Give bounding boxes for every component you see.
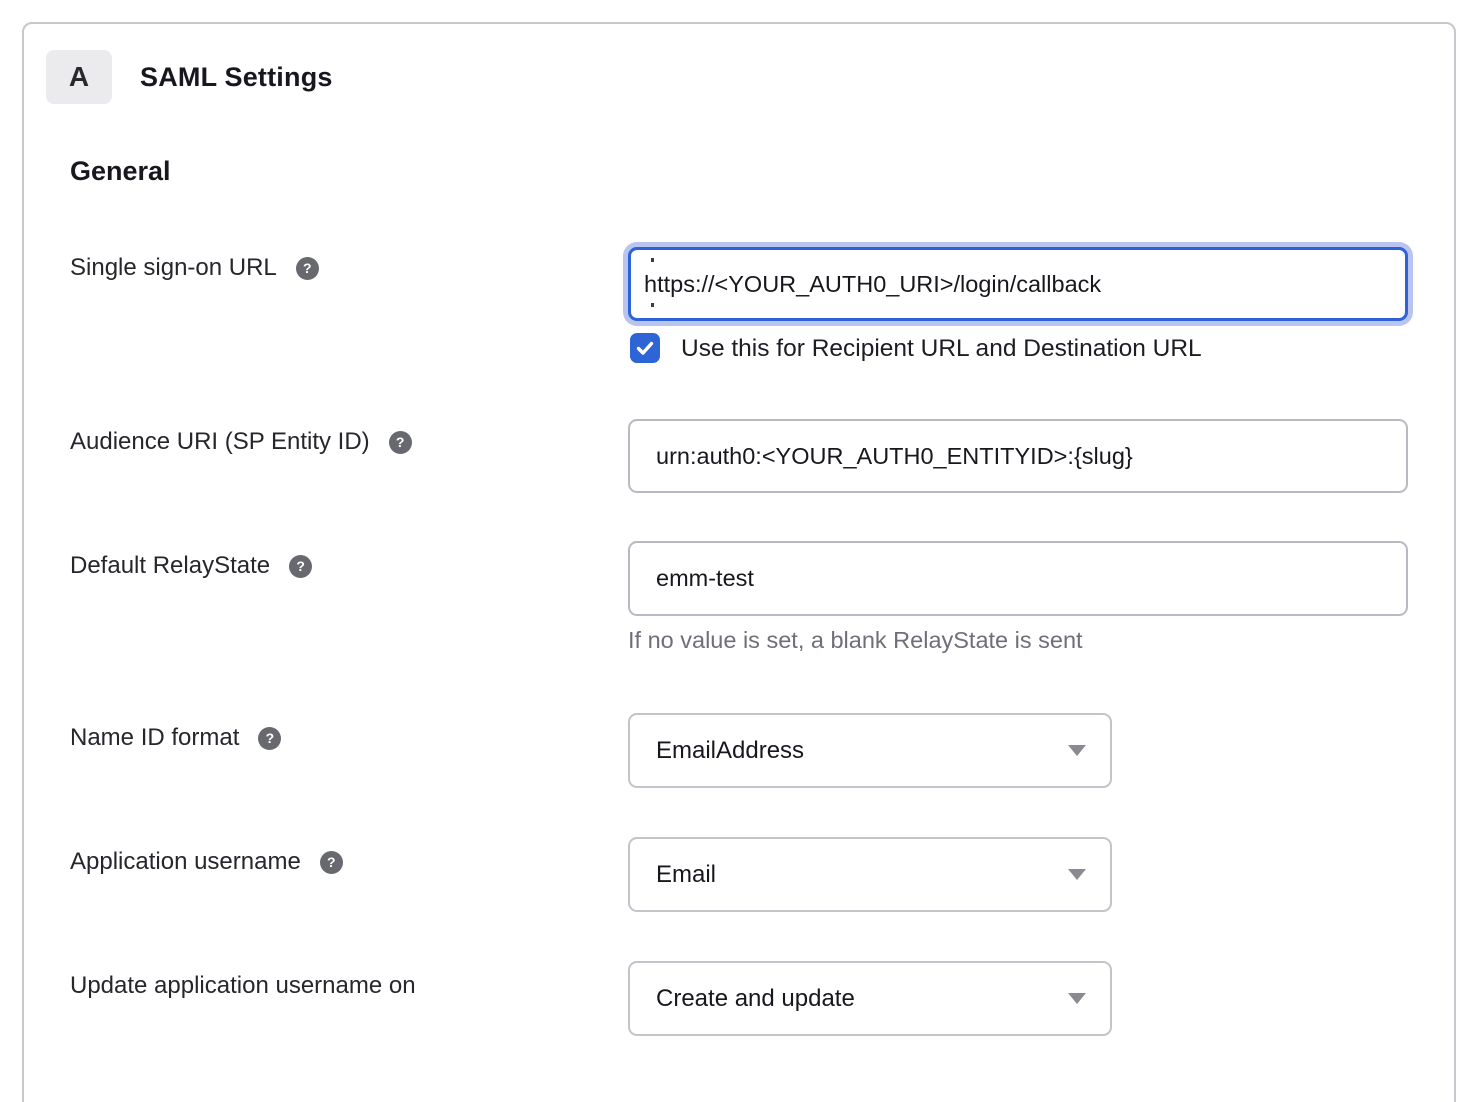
relaystate-label: Default RelayState	[70, 552, 270, 580]
sso-url-label-row: Single sign-on URL ?	[70, 254, 319, 282]
recipient-url-checkbox[interactable]	[630, 333, 660, 363]
help-icon[interactable]: ?	[296, 257, 319, 280]
help-glyph: ?	[303, 260, 312, 276]
relaystate-label-row: Default RelayState ?	[70, 552, 312, 580]
appuser-select-value: Email	[656, 861, 1068, 889]
audience-uri-input[interactable]	[628, 419, 1408, 493]
caret-down-icon	[1068, 869, 1086, 880]
sso-url-label: Single sign-on URL	[70, 254, 277, 282]
updateuser-label-row: Update application username on	[70, 972, 416, 1000]
updateuser-select-value: Create and update	[656, 985, 1068, 1013]
help-glyph: ?	[327, 854, 336, 870]
step-badge: A	[46, 50, 112, 104]
help-glyph: ?	[396, 434, 405, 450]
section-title-general: General	[70, 156, 171, 187]
page-title: SAML Settings	[140, 50, 333, 104]
relaystate-input[interactable]	[628, 541, 1408, 616]
relaystate-input-wrap	[628, 541, 1408, 616]
recipient-url-checkbox-label[interactable]: Use this for Recipient URL and Destinati…	[681, 333, 1202, 364]
appuser-label: Application username	[70, 848, 301, 876]
appuser-label-row: Application username ?	[70, 848, 343, 876]
sso-url-input-wrap	[628, 247, 1408, 321]
help-icon[interactable]: ?	[258, 727, 281, 750]
updateuser-select[interactable]: Create and update	[628, 961, 1112, 1036]
audience-uri-input-wrap	[628, 419, 1408, 493]
help-icon[interactable]: ?	[289, 555, 312, 578]
audience-uri-label: Audience URI (SP Entity ID)	[70, 428, 370, 456]
text-cursor-top	[651, 258, 654, 262]
sso-url-input[interactable]	[628, 247, 1408, 321]
help-glyph: ?	[296, 558, 305, 574]
caret-down-icon	[1068, 745, 1086, 756]
relaystate-hint: If no value is set, a blank RelayState i…	[628, 627, 1083, 654]
nameid-label: Name ID format	[70, 724, 239, 752]
help-glyph: ?	[266, 730, 275, 746]
help-icon[interactable]: ?	[320, 851, 343, 874]
nameid-select-value: EmailAddress	[656, 737, 1068, 765]
caret-down-icon	[1068, 993, 1086, 1004]
checkmark-icon	[635, 338, 655, 358]
audience-uri-label-row: Audience URI (SP Entity ID) ?	[70, 428, 412, 456]
text-cursor-bottom	[651, 303, 654, 307]
appuser-select[interactable]: Email	[628, 837, 1112, 912]
nameid-select[interactable]: EmailAddress	[628, 713, 1112, 788]
step-badge-letter: A	[69, 61, 89, 93]
updateuser-label: Update application username on	[70, 972, 416, 1000]
help-icon[interactable]: ?	[389, 431, 412, 454]
nameid-label-row: Name ID format ?	[70, 724, 281, 752]
